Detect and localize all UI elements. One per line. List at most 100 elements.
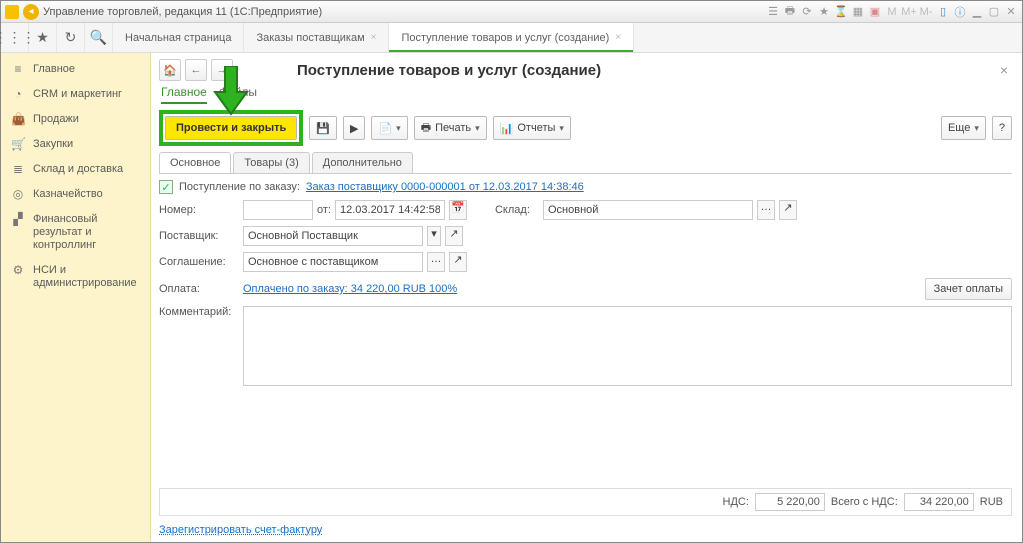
titlebar: ◂ Управление торговлей, редакция 11 (1С:… (1, 1, 1022, 23)
sys-icon[interactable]: ▣ (868, 5, 882, 19)
comment-input[interactable] (243, 306, 1012, 386)
number-label: Номер: (159, 204, 239, 216)
order-checkbox[interactable]: ✓ (159, 180, 173, 194)
page-title: Поступление товаров и услуг (создание) (297, 62, 601, 79)
save-button[interactable]: 💾 (309, 116, 337, 140)
create-from-button[interactable]: 📄▾ (371, 116, 407, 140)
home-button[interactable]: 🏠 (159, 59, 181, 81)
number-input[interactable] (243, 200, 313, 220)
cart-icon: 🛒 (11, 138, 25, 151)
history-icon[interactable]: ↻ (57, 23, 85, 52)
sys-icon[interactable]: 🖶 (783, 5, 797, 19)
order-link[interactable]: Заказ поставщику 0000-000001 от 12.03.20… (306, 181, 584, 193)
innertab-goods[interactable]: Товары (3) (233, 152, 309, 173)
ot-label: от: (317, 204, 331, 216)
close-button[interactable]: ✕ (1004, 5, 1018, 19)
sys-icon[interactable]: ⟳ (800, 5, 814, 19)
sys-m[interactable]: M (885, 5, 899, 19)
date-input[interactable] (335, 200, 445, 220)
supplier-input[interactable] (243, 226, 423, 246)
register-invoice-link[interactable]: Зарегистрировать счет-фактуру (159, 524, 322, 536)
sys-m[interactable]: M- (919, 5, 933, 19)
toolbar: Провести и закрыть 💾 ▶ 📄▾ 🖶 Печать▾ 📊 От… (159, 110, 1012, 146)
tab-receipt[interactable]: Поступление товаров и услуг (создание)× (389, 23, 634, 52)
sys-icon[interactable]: ☰ (766, 5, 780, 19)
dots-button[interactable]: … (757, 200, 775, 220)
favorite-icon[interactable]: ★ (29, 23, 57, 52)
pie-icon: ◔ (11, 88, 25, 101)
nds-value: 5 220,00 (755, 493, 825, 511)
sidebar-item-treasury[interactable]: ◎Казначейство (1, 182, 150, 207)
more-button[interactable]: Еще▾ (941, 116, 986, 140)
innertab-extra[interactable]: Дополнительно (312, 152, 413, 173)
chart-icon: ▞ (11, 213, 25, 226)
print-button[interactable]: 🖶 Печать▾ (414, 116, 487, 140)
reports-button[interactable]: 📊 Отчеты▾ (493, 116, 571, 140)
post-button[interactable]: ▶ (343, 116, 365, 140)
nav-back-button[interactable]: ◂ (23, 4, 39, 20)
order-label: Поступление по заказу: (179, 181, 300, 193)
dots-button[interactable]: … (427, 252, 445, 272)
currency-label: RUB (980, 496, 1003, 508)
calendar-icon[interactable]: 📅 (449, 200, 467, 220)
open-button[interactable]: ↗ (445, 226, 463, 246)
form: ✓ Поступление по заказу: Заказ поставщик… (159, 180, 1012, 392)
sidebar-item-main[interactable]: ≡Главное (1, 57, 150, 82)
maximize-button[interactable]: ▢ (987, 5, 1001, 19)
inner-tabs: Основное Товары (3) Дополнительно (159, 152, 1012, 174)
close-icon[interactable]: × (615, 32, 621, 43)
footer: НДС: 5 220,00 Всего с НДС: 34 220,00 RUB… (159, 488, 1012, 536)
bag-icon: 👜 (11, 113, 25, 126)
total-label: Всего с НДС: (831, 496, 898, 508)
sys-icon[interactable]: ▯ (936, 5, 950, 19)
open-button[interactable]: ↗ (449, 252, 467, 272)
chevron-down-icon[interactable]: ▾ (427, 226, 441, 246)
tabbar: ⋮⋮⋮ ★ ↻ 🔍 Начальная страница Заказы пост… (1, 23, 1022, 53)
innertab-main[interactable]: Основное (159, 152, 231, 173)
tab-home[interactable]: Начальная страница (113, 23, 244, 52)
supplier-label: Поставщик: (159, 230, 239, 242)
sidebar-item-purch[interactable]: 🛒Закупки (1, 132, 150, 157)
post-close-button[interactable]: Провести и закрыть (165, 116, 297, 140)
sys-m[interactable]: M+ (902, 5, 916, 19)
back-button[interactable]: ← (185, 59, 207, 81)
sidebar: ≡Главное ◔CRM и маркетинг 👜Продажи 🛒Заку… (1, 53, 151, 542)
help-button[interactable]: ? (992, 116, 1012, 140)
sidebar-item-nsi[interactable]: ⚙НСИ и администрирование (1, 258, 150, 296)
page-subtabs: Главное Файлы (159, 85, 1012, 104)
agreement-input[interactable] (243, 252, 423, 272)
minimize-button[interactable]: ▁ (970, 5, 984, 19)
arrow-icon (211, 66, 251, 116)
content: 🏠 ← → Поступление товаров и услуг (созда… (151, 53, 1022, 542)
sys-icon[interactable]: ▦ (851, 5, 865, 19)
sys-icon[interactable]: ★ (817, 5, 831, 19)
sidebar-item-stock[interactable]: ≣Склад и доставка (1, 157, 150, 182)
agreement-label: Соглашение: (159, 256, 239, 268)
sidebar-item-sales[interactable]: 👜Продажи (1, 107, 150, 132)
coins-icon: ◎ (11, 188, 25, 201)
open-button[interactable]: ↗ (779, 200, 797, 220)
highlight-box: Провести и закрыть (159, 110, 303, 146)
apps-icon[interactable]: ⋮⋮⋮ (1, 23, 29, 52)
close-page-button[interactable]: × (996, 62, 1012, 78)
search-icon[interactable]: 🔍 (85, 23, 113, 52)
app-logo (5, 5, 19, 19)
sidebar-item-crm[interactable]: ◔CRM и маркетинг (1, 82, 150, 107)
offset-button[interactable]: Зачет оплаты (925, 278, 1012, 300)
payment-link[interactable]: Оплачено по заказу: 34 220,00 RUB 100% (243, 283, 457, 295)
sys-icon[interactable]: ⌛ (834, 5, 848, 19)
tab-orders[interactable]: Заказы поставщикам× (244, 23, 389, 52)
stack-icon: ≣ (11, 163, 25, 176)
total-value: 34 220,00 (904, 493, 974, 511)
store-input[interactable] (543, 200, 753, 220)
payment-label: Оплата: (159, 283, 239, 295)
subtab-main[interactable]: Главное (161, 85, 207, 104)
window-title: Управление торговлей, редакция 11 (1С:Пр… (43, 6, 766, 18)
store-label: Склад: (495, 204, 539, 216)
sidebar-item-fin[interactable]: ▞Финансовый результат и контроллинг (1, 207, 150, 258)
info-icon[interactable]: ⓘ (953, 5, 967, 19)
nds-label: НДС: (723, 496, 749, 508)
close-icon[interactable]: × (371, 32, 377, 43)
system-buttons: ☰ 🖶 ⟳ ★ ⌛ ▦ ▣ M M+ M- ▯ ⓘ ▁ ▢ ✕ (766, 5, 1018, 19)
comment-label: Комментарий: (159, 306, 239, 318)
